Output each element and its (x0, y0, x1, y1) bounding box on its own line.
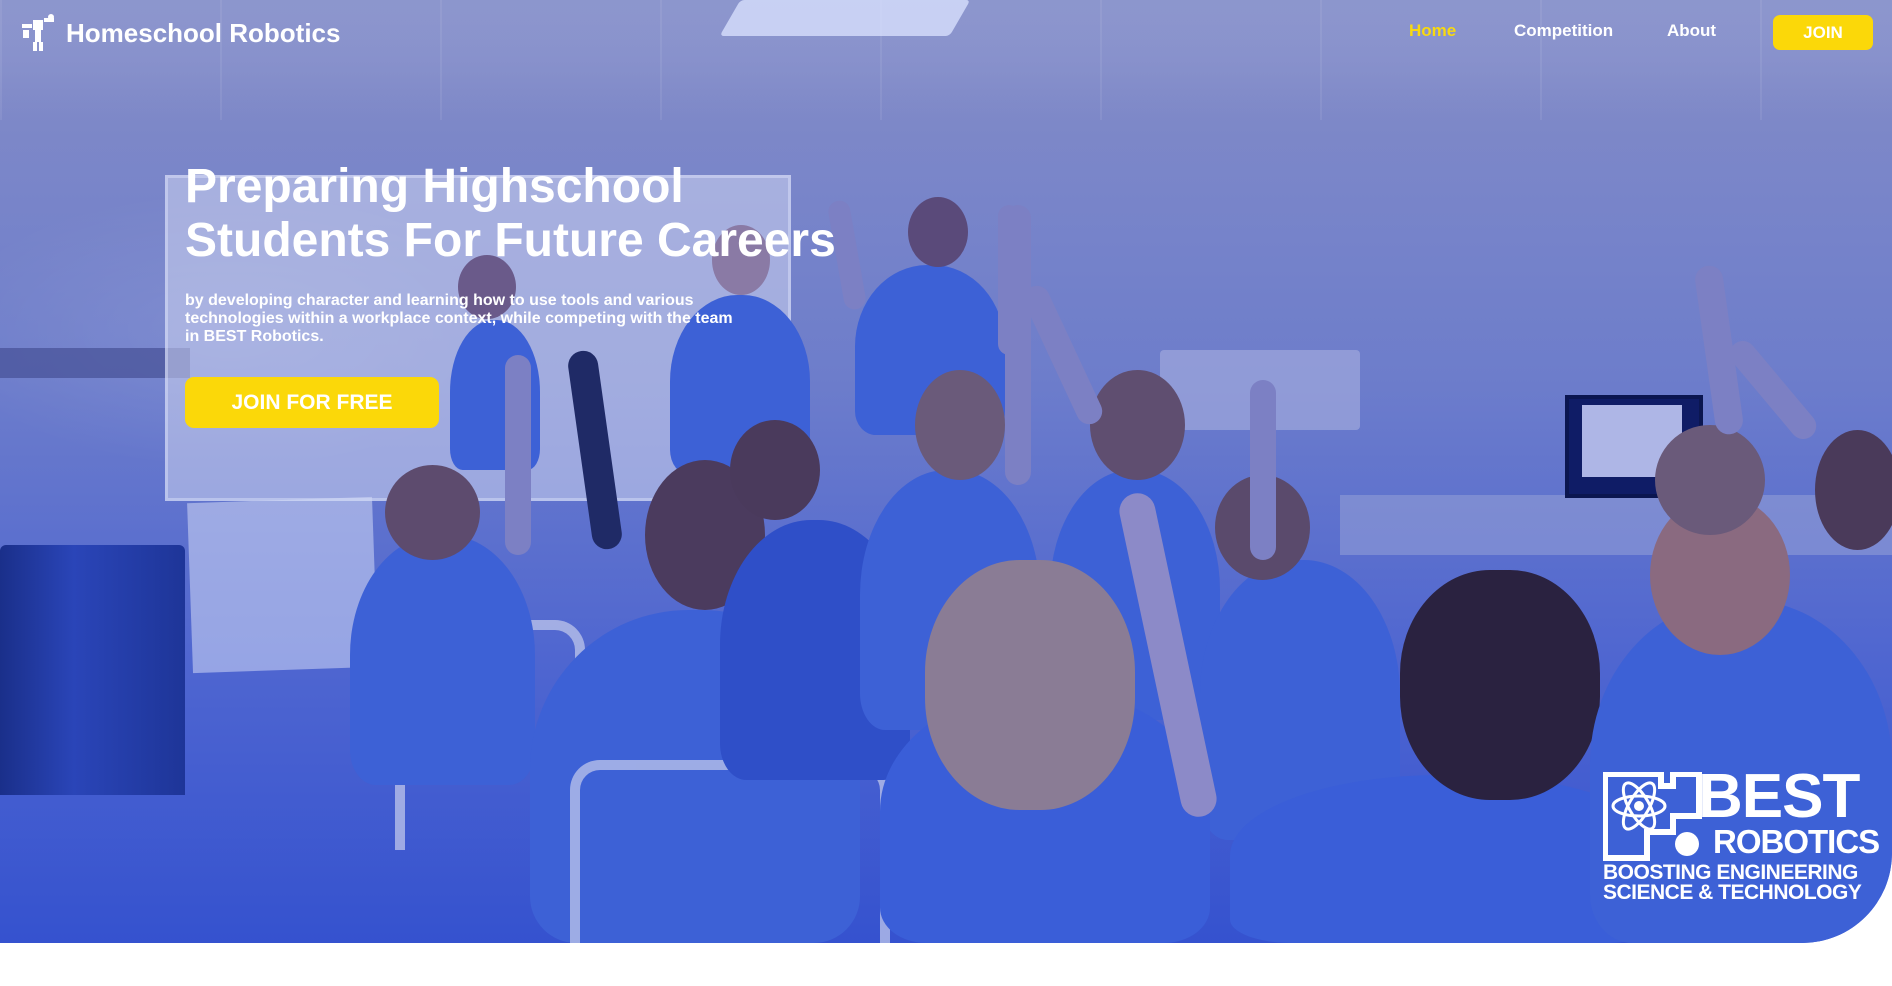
background-person-head (730, 420, 820, 520)
top-navbar: Homeschool Robotics Home Competition Abo… (0, 0, 1892, 62)
nav-link-home[interactable]: Home (1409, 21, 1456, 41)
background-person-head (1655, 425, 1765, 535)
background-person-head (385, 465, 480, 560)
background-arm (1005, 205, 1031, 485)
hero-title-line-1: Preparing Highschool (185, 160, 684, 213)
join-button[interactable]: JOIN (1773, 15, 1873, 50)
atom-gear-icon (1603, 772, 1702, 861)
nav-link-about[interactable]: About (1667, 21, 1716, 41)
best-logo-word: BEST (1698, 762, 1860, 831)
background-arm (1019, 281, 1107, 429)
nav-link-competition[interactable]: Competition (1514, 21, 1613, 41)
robot-logo-icon (22, 14, 54, 51)
hero-subtitle: by developing character and learning how… (185, 292, 733, 345)
best-logo-tagline-2: SCIENCE & TECHNOLOGY (1603, 881, 1862, 904)
background-person-head (1400, 570, 1600, 800)
hero-title: Preparing Highschool Students For Future… (185, 160, 945, 268)
background-person (350, 535, 535, 785)
brand[interactable]: Homeschool Robotics (20, 14, 340, 52)
best-logo-robotics: ROBOTICS (1713, 823, 1880, 860)
background-arm (1250, 380, 1276, 560)
brand-name: Homeschool Robotics (66, 17, 341, 48)
background-person-head (925, 560, 1135, 810)
best-robotics-logo: BEST ROBOTICS BOOSTING ENGINEERING SCIEN… (1603, 766, 1880, 905)
background-trash-can (0, 545, 185, 795)
background-person-head (1090, 370, 1185, 480)
background-wall-rail (0, 348, 190, 378)
background-person-head (915, 370, 1005, 480)
background-arm (505, 355, 531, 555)
hero-title-line-2: Students For Future Careers (185, 214, 836, 267)
join-for-free-button[interactable]: JOIN FOR FREE (185, 377, 439, 428)
background-person-head (1815, 430, 1892, 550)
background-chair (570, 760, 890, 943)
background-desk (1340, 495, 1892, 555)
